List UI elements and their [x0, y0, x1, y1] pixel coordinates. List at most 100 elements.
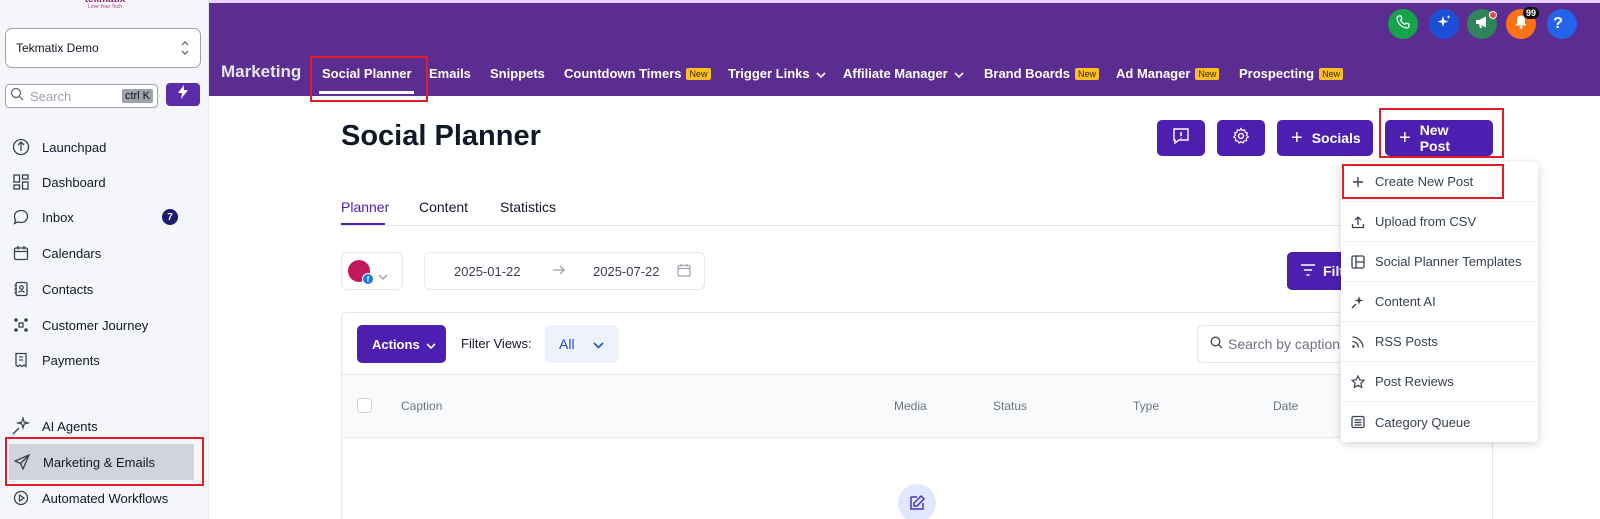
- chevron-down-icon: [592, 336, 604, 352]
- lightning-icon: [177, 85, 189, 104]
- tab-snippets[interactable]: Snippets: [490, 66, 545, 81]
- menu-item-post-reviews[interactable]: Post Reviews: [1341, 362, 1538, 402]
- column-type: Type: [1133, 399, 1160, 413]
- notifications-button[interactable]: 99: [1506, 7, 1540, 39]
- tab-brand-boards[interactable]: Brand Boards New: [984, 66, 1099, 81]
- tab-ad-manager[interactable]: Ad Manager New: [1116, 66, 1220, 81]
- app-root: tekmatix Love Your Tech Tekmatix Demo Se…: [0, 0, 1600, 519]
- sidebar-item-label: Calendars: [42, 245, 102, 261]
- sidebar-item-contacts[interactable]: Contacts: [8, 271, 204, 307]
- tab-countdown-timers[interactable]: Countdown Timers New: [564, 66, 711, 81]
- gear-icon: [1232, 126, 1250, 150]
- select-all-checkbox[interactable]: [357, 398, 372, 413]
- menu-item-label: Post Reviews: [1375, 374, 1454, 389]
- ai-sparkle-icon: [1436, 14, 1452, 35]
- announcements-button[interactable]: [1467, 9, 1497, 39]
- menu-item-content-ai[interactable]: Content AI: [1341, 282, 1538, 322]
- new-badge: New: [1195, 67, 1220, 80]
- sidebar-item-label: Customer Journey: [42, 317, 149, 333]
- sidebar-item-ai-agents[interactable]: AI Agents: [8, 408, 204, 444]
- sidebar-item-dashboard[interactable]: Dashboard: [8, 164, 204, 200]
- new-badge: New: [1074, 67, 1099, 80]
- chevron-down-icon: [426, 337, 436, 352]
- tab-label: Countdown Timers: [564, 66, 682, 81]
- sidebar-item-label: Inbox: [42, 209, 74, 225]
- sidebar-item-customer-journey[interactable]: Customer Journey: [8, 307, 204, 343]
- tab-label: Social Planner: [322, 66, 412, 81]
- actions-dropdown-button[interactable]: Actions: [357, 325, 446, 363]
- tab-prospecting[interactable]: Prospecting New: [1239, 66, 1344, 81]
- menu-item-label: Category Queue: [1375, 414, 1471, 430]
- add-socials-button[interactable]: + Socials: [1277, 120, 1373, 156]
- help-button[interactable]: ?: [1547, 9, 1577, 39]
- subtab-planner[interactable]: Planner: [341, 199, 389, 215]
- dashboard-icon: [10, 171, 32, 193]
- menu-item-label: Create New Post: [1375, 174, 1474, 189]
- section-title: Marketing: [221, 62, 302, 81]
- brand-logo: tekmatix Love Your Tech: [70, 0, 140, 10]
- tab-social-planner[interactable]: Social Planner: [322, 66, 412, 81]
- filter-views-label: Filter Views:: [461, 336, 532, 351]
- menu-item-create-new-post[interactable]: Create New Post: [1341, 162, 1538, 202]
- tab-affiliate-manager[interactable]: Affiliate Manager: [843, 66, 964, 81]
- search-placeholder: Search by caption: [1228, 336, 1341, 352]
- date-range-picker[interactable]: 2025-01-22 2025-07-22: [424, 252, 705, 290]
- help-icon: ?: [1553, 15, 1563, 32]
- menu-item-label: Content AI: [1375, 294, 1436, 309]
- tab-emails[interactable]: Emails: [429, 66, 471, 81]
- caption-search-input[interactable]: Search by caption: [1197, 325, 1357, 363]
- sidebar-item-automated-workflows[interactable]: Automated Workflows: [8, 480, 204, 516]
- subtab-content[interactable]: Content: [419, 199, 468, 215]
- actions-label: Actions: [372, 336, 420, 352]
- payments-icon: [10, 349, 32, 371]
- menu-item-label: Upload from CSV: [1375, 214, 1477, 229]
- account-name: Tekmatix Demo: [16, 41, 99, 55]
- sidebar-item-calendars[interactable]: Calendars: [8, 235, 204, 271]
- menu-item-category-queue[interactable]: Category Queue: [1341, 402, 1538, 442]
- notifications-count: 99: [1523, 7, 1540, 19]
- filter-icon: [1300, 263, 1316, 279]
- calendar-icon: [677, 263, 691, 280]
- journey-icon: [10, 314, 32, 336]
- account-switcher[interactable]: Tekmatix Demo: [5, 28, 201, 68]
- menu-item-label: Social Planner Templates: [1375, 254, 1522, 269]
- chevron-down-icon: [954, 66, 964, 81]
- unread-dot: [1489, 11, 1497, 19]
- menu-item-social-planner-templates[interactable]: Social Planner Templates: [1341, 242, 1538, 282]
- sidebar-item-label: AI Agents: [42, 418, 98, 434]
- menu-item-rss-posts[interactable]: RSS Posts: [1341, 322, 1538, 362]
- plus-icon: [1350, 174, 1366, 190]
- sidebar-search[interactable]: Search ctrl K: [5, 84, 158, 108]
- facebook-icon: f: [362, 273, 374, 285]
- new-post-button[interactable]: + New Post: [1385, 120, 1493, 156]
- end-date: 2025-07-22: [593, 264, 660, 279]
- sidebar-item-marketing-emails[interactable]: Marketing & Emails: [9, 444, 194, 480]
- social-account-picker[interactable]: f: [341, 252, 403, 290]
- quick-actions-button[interactable]: [166, 83, 200, 106]
- feedback-button[interactable]: [1157, 120, 1205, 156]
- table-header: Caption Media Status Type Date: [342, 374, 1492, 438]
- phone-button[interactable]: [1388, 9, 1418, 39]
- filter-views-select[interactable]: All: [545, 325, 619, 363]
- sidebar-item-label: Marketing & Emails: [43, 454, 155, 470]
- template-icon: [1350, 254, 1366, 270]
- tab-label: Emails: [429, 66, 471, 81]
- tab-label: Ad Manager: [1116, 66, 1191, 81]
- sidebar-item-inbox[interactable]: Inbox 7: [8, 199, 204, 235]
- active-tab-underline: [319, 91, 414, 94]
- up-down-chevron-icon: [180, 39, 190, 60]
- settings-button[interactable]: [1217, 120, 1265, 156]
- ai-assistant-button[interactable]: [1429, 9, 1459, 39]
- subtab-statistics[interactable]: Statistics: [500, 199, 556, 215]
- tab-label: Prospecting: [1239, 66, 1315, 81]
- tab-trigger-links[interactable]: Trigger Links: [728, 66, 826, 81]
- menu-item-upload-csv[interactable]: Upload from CSV: [1341, 202, 1538, 242]
- new-post-dropdown-menu: Create New Post Upload from CSV Social P…: [1341, 162, 1538, 442]
- sidebar-item-launchpad[interactable]: Launchpad: [8, 129, 204, 165]
- arrow-right-icon: [552, 263, 566, 280]
- sidebar-item-label: Dashboard: [42, 174, 106, 190]
- tab-label: Trigger Links: [728, 66, 810, 81]
- sidebar-item-payments[interactable]: Payments: [8, 342, 204, 378]
- start-date: 2025-01-22: [454, 264, 521, 279]
- ai-sparkle-icon: [1350, 294, 1366, 310]
